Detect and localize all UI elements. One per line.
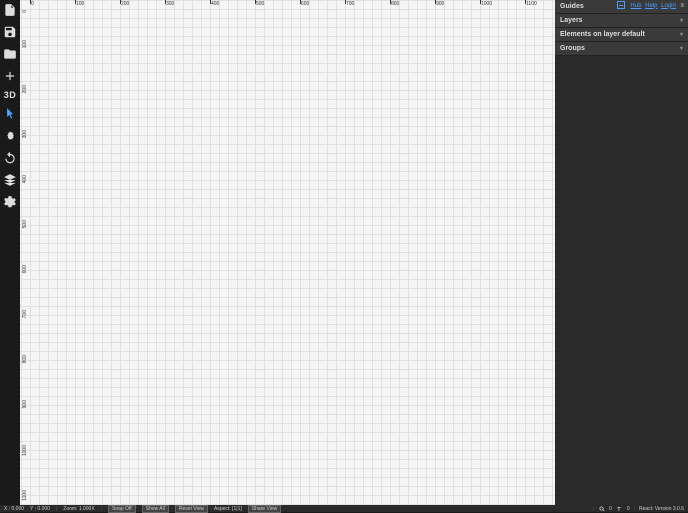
panel-label: Guides	[560, 3, 584, 10]
grid: 0 100 200 300 400 500 600 700 800 900 10…	[20, 0, 555, 505]
canvas[interactable]: 0 100 200 300 400 500 600 700 800 900 10…	[20, 0, 555, 505]
chevron-down-icon: ▾	[680, 31, 683, 38]
text-tool-icon[interactable]	[616, 505, 623, 512]
panel-label: Layers	[560, 17, 583, 24]
status-zoom: Zoom: 1.000X	[63, 506, 94, 512]
panel-elements[interactable]: Elements on layer default ▾	[555, 28, 688, 42]
chevron-down-icon: ▾	[680, 45, 683, 52]
status-x: X : 0.000	[4, 506, 24, 512]
hub-link[interactable]: Hub	[630, 3, 641, 9]
status-y: Y : 0.000	[30, 506, 50, 512]
menu-icon[interactable]: ≡	[680, 3, 684, 9]
snap-button[interactable]: Snap Off	[108, 505, 136, 513]
show-all-button[interactable]: Show All	[142, 505, 169, 513]
cursor-icon[interactable]	[2, 106, 18, 122]
status-aspect: Aspect: [1|1]	[214, 506, 242, 512]
top-links: Hub Help Login ≡	[617, 1, 684, 9]
open-folder-icon[interactable]	[2, 46, 18, 62]
version-label: React: Version 3.0.6	[639, 506, 684, 512]
share-view-button[interactable]: Share View	[248, 505, 281, 513]
3d-mode-button[interactable]: 3D	[4, 90, 17, 100]
settings-icon[interactable]	[2, 194, 18, 210]
layers-icon[interactable]	[2, 172, 18, 188]
search-count: 0	[609, 506, 612, 512]
image-placeholder-icon	[617, 1, 625, 9]
save-icon[interactable]	[2, 24, 18, 40]
text-count: 0	[627, 506, 630, 512]
new-file-icon[interactable]	[2, 2, 18, 18]
left-toolbar: 3D	[0, 0, 20, 505]
ruler-horizontal: 0 100 200 300 400 500 600 700 800 900 10…	[20, 0, 555, 8]
help-link[interactable]: Help	[645, 3, 657, 9]
right-panel: Guides Layers ▾ Elements on layer defaul…	[555, 0, 688, 505]
panel-label: Groups	[560, 45, 585, 52]
reset-view-button[interactable]: Reset View	[175, 505, 208, 513]
run-icon[interactable]	[2, 128, 18, 144]
add-icon[interactable]	[2, 68, 18, 84]
undo-icon[interactable]	[2, 150, 18, 166]
panel-layers[interactable]: Layers ▾	[555, 14, 688, 28]
status-bar: X : 0.000 Y : 0.000 | Zoom: 1.000X | Sna…	[0, 505, 688, 512]
panel-label: Elements on layer default	[560, 31, 645, 38]
ruler-vertical: 0 100 200 300 400 500 600 700 800 900 10…	[20, 0, 32, 505]
chevron-down-icon: ▾	[680, 17, 683, 24]
login-link[interactable]: Login	[661, 3, 676, 9]
search-icon[interactable]	[598, 505, 605, 512]
panel-groups[interactable]: Groups ▾	[555, 42, 688, 56]
